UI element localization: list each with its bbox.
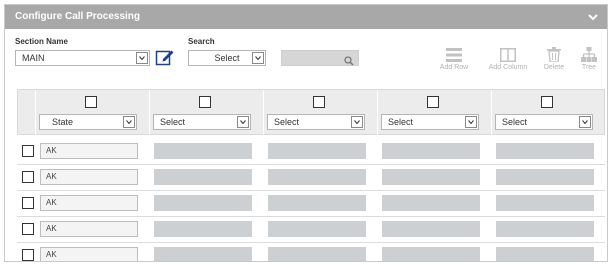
grid-cell[interactable] [154, 143, 252, 159]
search-input[interactable] [281, 50, 359, 66]
state-cell[interactable]: AK [40, 195, 138, 211]
delete-label: Delete [543, 64, 565, 71]
state-cell[interactable]: AK [40, 247, 138, 261]
search-icon[interactable] [344, 53, 354, 71]
add-row-button[interactable]: Add Row [437, 44, 471, 71]
chevron-down-icon [252, 52, 264, 64]
row-divider [17, 242, 605, 243]
column-checkbox[interactable] [199, 96, 211, 108]
grid-cell[interactable] [268, 195, 366, 211]
grid-cell[interactable] [496, 195, 594, 211]
column-divider [263, 90, 264, 136]
column-divider [491, 90, 492, 136]
grid-cell[interactable] [268, 169, 366, 185]
column-checkbox[interactable] [313, 96, 325, 108]
panel-header[interactable]: Configure Call Processing [5, 5, 607, 29]
grid-cell[interactable] [268, 221, 366, 237]
column-divider [35, 90, 36, 136]
row-divider [17, 216, 605, 217]
configure-call-processing-panel: Configure Call Processing Section Name M… [4, 4, 608, 262]
chevron-down-icon [237, 116, 249, 128]
grid-cell[interactable] [382, 221, 480, 237]
panel-title: Configure Call Processing [15, 11, 141, 22]
section-name-select[interactable]: MAIN [15, 50, 150, 66]
state-cell[interactable]: AK [40, 221, 138, 237]
delete-button[interactable]: Delete [540, 44, 568, 71]
row-divider [17, 164, 605, 165]
grid-header-row: State Select Select Select Select [17, 89, 605, 136]
add-column-button[interactable]: Add Column [483, 44, 533, 71]
column-field-value: Select [388, 117, 414, 127]
column-divider [377, 90, 378, 136]
row-checkbox[interactable] [22, 223, 34, 235]
column-field-select[interactable]: Select [495, 114, 593, 130]
collapse-chevron-icon[interactable] [587, 5, 599, 29]
row-checkbox[interactable] [22, 171, 34, 183]
grid-cell[interactable] [382, 169, 480, 185]
grid-cell[interactable] [154, 221, 252, 237]
tree-button[interactable]: Tree [575, 44, 603, 71]
tree-icon [575, 44, 603, 62]
row-checkbox[interactable] [22, 197, 34, 209]
add-row-icon [437, 44, 471, 62]
row-checkbox[interactable] [22, 145, 34, 157]
add-row-label: Add Row [439, 64, 469, 71]
column-field-select[interactable]: State [39, 114, 137, 130]
grid-cell[interactable] [154, 195, 252, 211]
search-label: Search [188, 37, 215, 46]
grid-cell[interactable] [268, 247, 366, 261]
section-name-value: MAIN [22, 53, 45, 63]
grid-cell[interactable] [496, 221, 594, 237]
column-checkbox[interactable] [427, 96, 439, 108]
grid-cell[interactable] [496, 247, 594, 261]
state-cell[interactable]: AK [40, 169, 138, 185]
grid-cell[interactable] [496, 143, 594, 159]
column-checkbox[interactable] [541, 96, 553, 108]
edit-section-button[interactable] [155, 48, 175, 71]
column-field-select[interactable]: Select [267, 114, 365, 130]
column-field-select[interactable]: Select [153, 114, 251, 130]
row-checkbox[interactable] [22, 249, 34, 261]
column-divider [149, 90, 150, 136]
section-name-label: Section Name [15, 37, 68, 46]
column-field-select[interactable]: Select [381, 114, 479, 130]
chevron-down-icon [465, 116, 477, 128]
add-column-icon [483, 44, 533, 62]
tree-label: Tree [581, 64, 597, 71]
grid-cell[interactable] [382, 195, 480, 211]
grid-cell[interactable] [496, 169, 594, 185]
call-processing-grid: State Select Select Select Select AK AK … [17, 89, 605, 261]
trash-icon [540, 44, 568, 62]
grid-cell[interactable] [154, 169, 252, 185]
search-field-select[interactable]: Select [188, 50, 266, 66]
column-field-value: Select [160, 117, 186, 127]
column-field-value: Select [502, 117, 528, 127]
column-field-value: State [52, 117, 74, 127]
search-field-value: Select [214, 53, 240, 63]
grid-cell[interactable] [382, 247, 480, 261]
grid-cell[interactable] [268, 143, 366, 159]
grid-cell[interactable] [382, 143, 480, 159]
grid-cell[interactable] [154, 247, 252, 261]
column-checkbox[interactable] [85, 96, 97, 108]
chevron-down-icon [351, 116, 363, 128]
state-cell[interactable]: AK [40, 143, 138, 159]
chevron-down-icon [136, 52, 148, 64]
edit-icon [155, 50, 174, 66]
add-column-label: Add Column [488, 64, 528, 71]
row-divider [17, 190, 605, 191]
chevron-down-icon [123, 116, 135, 128]
column-field-value: Select [274, 117, 300, 127]
chevron-down-icon [579, 116, 591, 128]
